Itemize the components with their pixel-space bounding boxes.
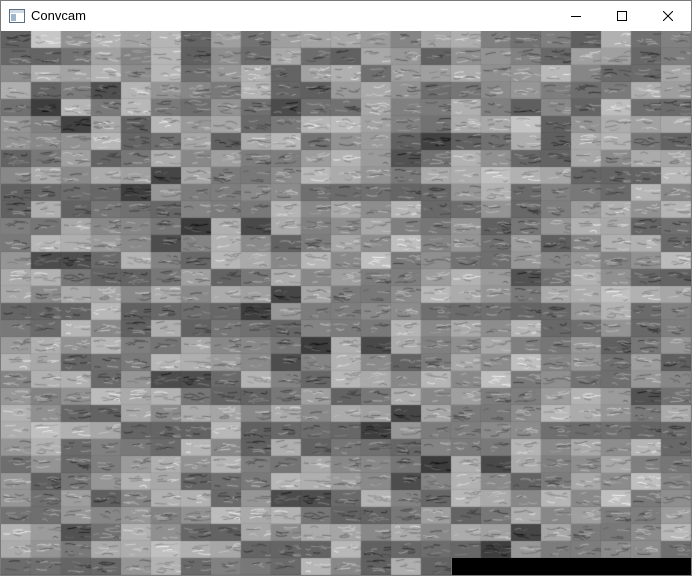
window-title: Convcam xyxy=(31,8,86,23)
minimize-icon xyxy=(571,11,581,21)
minimize-button[interactable] xyxy=(553,1,599,31)
close-icon xyxy=(663,11,673,21)
app-window: Convcam xyxy=(0,0,692,576)
camera-view xyxy=(1,31,691,575)
app-window-icon xyxy=(9,9,25,23)
title-bar[interactable]: Convcam xyxy=(1,1,691,31)
close-button[interactable] xyxy=(645,1,691,31)
feature-map-mosaic xyxy=(1,31,691,575)
maximize-icon xyxy=(617,11,627,21)
maximize-button[interactable] xyxy=(599,1,645,31)
empty-region xyxy=(452,558,691,575)
